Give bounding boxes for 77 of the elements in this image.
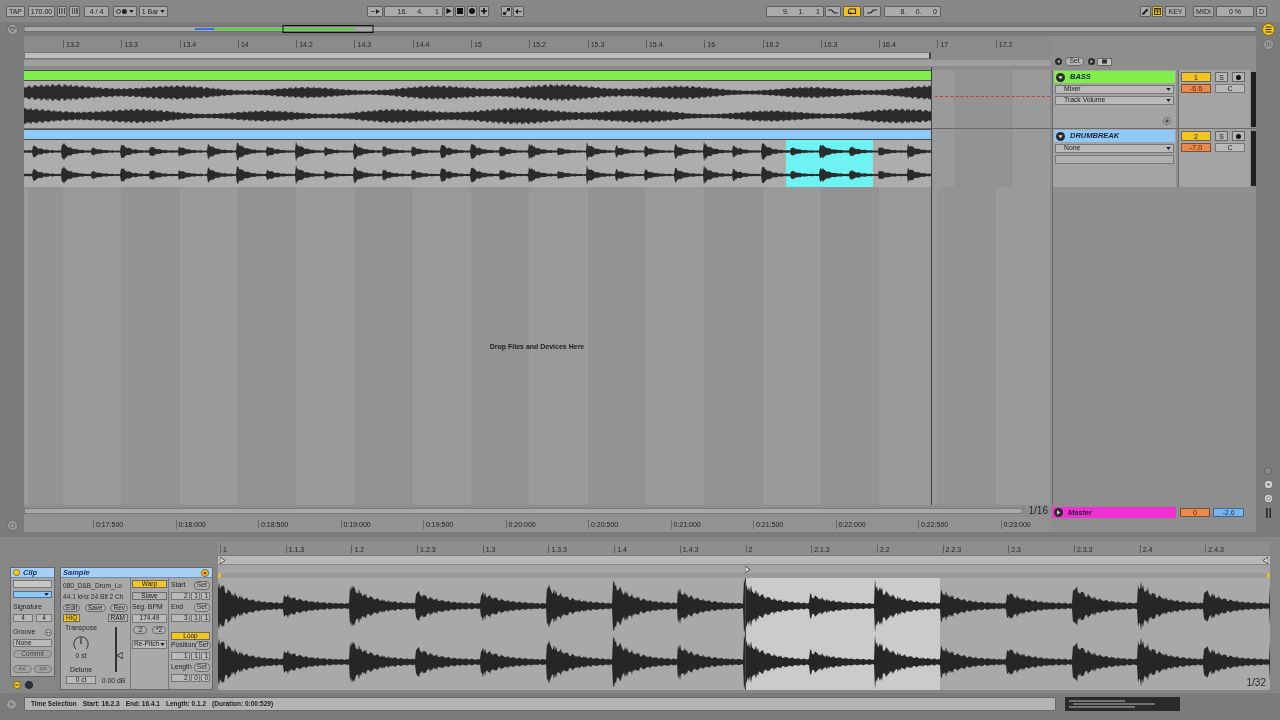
curve-icon <box>867 8 877 14</box>
stop-icon <box>457 8 463 14</box>
circles-icon <box>116 8 127 14</box>
plus-icon <box>481 8 487 14</box>
back-arrow-icon <box>515 7 522 15</box>
loop-icon <box>847 7 857 15</box>
punch-in-button[interactable] <box>825 5 841 17</box>
grid-size-label[interactable]: 1/32 <box>1246 678 1266 688</box>
fader-thumb[interactable] <box>116 652 123 660</box>
bars-icon <box>71 8 78 14</box>
overdub-button[interactable] <box>479 5 489 17</box>
left-arrow-icon[interactable] <box>1055 58 1062 65</box>
minus-circle-icon[interactable] <box>13 681 21 689</box>
caret-icon <box>129 9 134 13</box>
marker-icon[interactable] <box>1267 573 1270 578</box>
dot-circle-icon[interactable] <box>201 568 209 577</box>
grid-size-label[interactable]: 1/16 <box>1028 506 1050 516</box>
triangle-icon[interactable] <box>1056 131 1065 141</box>
metronome-button[interactable] <box>113 5 137 17</box>
audio-waveform[interactable] <box>218 578 1270 690</box>
triangle-icon[interactable] <box>1056 72 1065 82</box>
level-meter <box>1251 131 1256 186</box>
curve-icon <box>828 8 838 14</box>
punch-out-button[interactable] <box>863 5 881 17</box>
loop-brace[interactable] <box>24 52 931 59</box>
play-icon <box>446 8 452 14</box>
lines-icon[interactable] <box>1261 22 1275 36</box>
parameter-field[interactable] <box>1055 155 1174 164</box>
arm-button[interactable] <box>1232 72 1245 82</box>
caret-icon <box>1166 88 1171 91</box>
clip-title-bar[interactable] <box>24 129 931 140</box>
marker-icon[interactable] <box>218 573 221 578</box>
bars-icon <box>59 8 65 14</box>
dot-icon[interactable] <box>1264 467 1272 475</box>
draw-mode-button[interactable] <box>1140 5 1151 17</box>
play-button[interactable] <box>444 5 454 17</box>
computer-keyboard-button[interactable] <box>1152 5 1163 17</box>
follow-button[interactable] <box>367 5 383 17</box>
stop-button[interactable] <box>455 5 465 17</box>
arrow-icon <box>370 8 380 14</box>
plus-circle-icon[interactable] <box>1163 117 1171 125</box>
nodes-icon <box>503 7 510 15</box>
loop-switch[interactable] <box>843 5 861 17</box>
clip-title-bar[interactable] <box>24 70 931 81</box>
keyboard-icon <box>1154 7 1161 15</box>
circle-icon[interactable] <box>25 681 33 689</box>
horizontal-scrollbar[interactable] <box>24 508 1023 514</box>
caret-icon <box>160 9 166 13</box>
track-lane[interactable] <box>931 70 1050 128</box>
caret-icon <box>1166 99 1171 102</box>
start-marker-icon[interactable] <box>220 556 225 564</box>
ring-icon[interactable] <box>45 628 52 636</box>
pencil-icon <box>1142 7 1149 15</box>
triangle-icon[interactable] <box>1054 508 1063 517</box>
dot-icon <box>1236 133 1241 139</box>
track-overview[interactable] <box>1065 697 1180 711</box>
automation-arm-button[interactable] <box>501 5 512 17</box>
loop-start-marker-icon[interactable] <box>745 565 750 573</box>
tempo-nudge-down-button[interactable] <box>57 5 67 17</box>
caret-icon <box>160 642 165 646</box>
caret-icon <box>44 593 49 596</box>
level-meter <box>1251 72 1256 127</box>
tempo-nudge-up-button[interactable] <box>69 5 80 17</box>
re-enable-automation-button[interactable] <box>513 5 524 17</box>
record-icon <box>469 8 475 14</box>
arrangement-overview[interactable] <box>24 25 1256 33</box>
double-bar-icon[interactable] <box>1265 508 1271 518</box>
end-marker-icon[interactable] <box>1263 556 1268 564</box>
track-lane[interactable] <box>931 129 1050 187</box>
right-arrow-icon[interactable] <box>1088 58 1095 65</box>
caret-icon <box>1166 147 1171 150</box>
clip-color-dropdown[interactable] <box>13 591 52 598</box>
locator-toggle-button[interactable] <box>1097 57 1112 66</box>
dot-icon <box>1236 74 1241 80</box>
clip-name-field[interactable] <box>13 580 52 588</box>
arm-button[interactable] <box>1232 131 1245 141</box>
record-button[interactable] <box>467 5 477 17</box>
